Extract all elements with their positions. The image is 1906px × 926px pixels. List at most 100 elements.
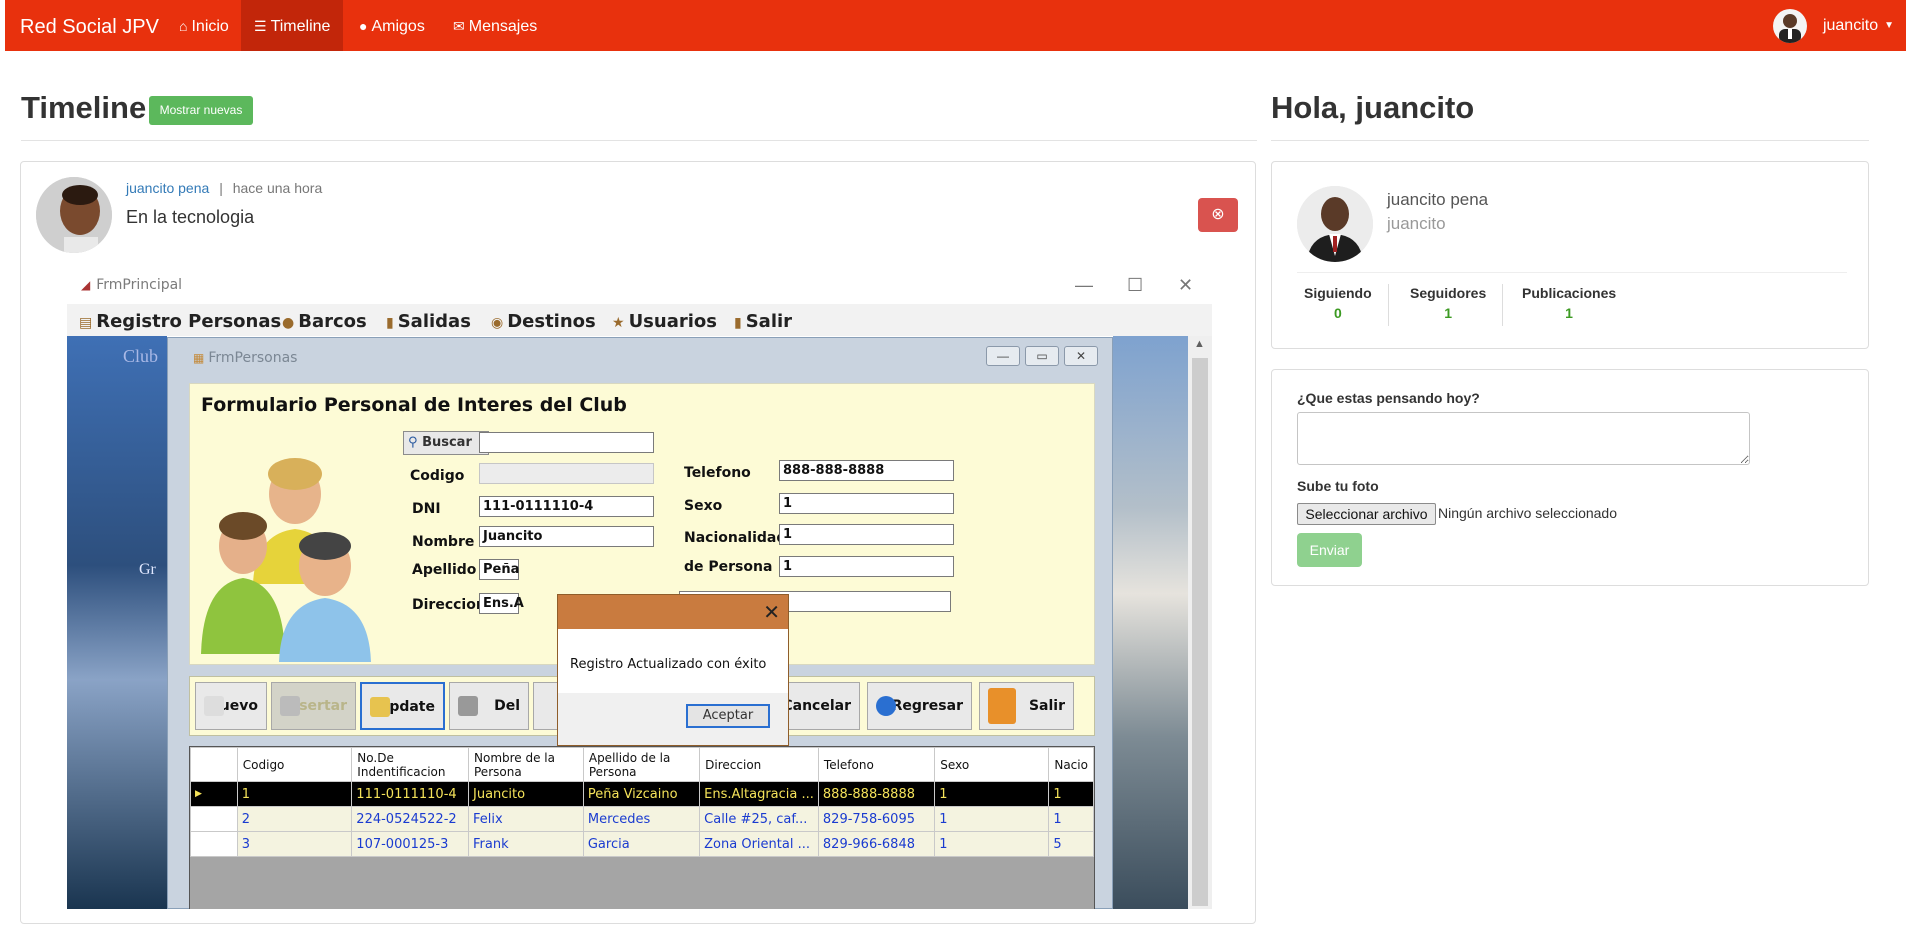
grid-cell: Frank (468, 831, 584, 857)
menu-registro-personas: ▤ Registro Personas (79, 311, 282, 332)
ship-icon: ● (282, 315, 295, 331)
envelope-icon: ✉ (453, 18, 465, 34)
ok-button: Aceptar (686, 704, 770, 728)
grid-cell: Peña Vizcaino (582, 781, 701, 807)
telefono-label: Telefono (684, 465, 751, 481)
grid-header: Nacio (1048, 747, 1094, 782)
username-label: juancito (1822, 16, 1879, 34)
grid-cell: 107-000125-3 (351, 831, 469, 857)
grid-cell: 2 (236, 806, 353, 832)
grid-cell: 1 (1048, 806, 1094, 832)
grid-cell: Ens.Altagracia ... (699, 781, 819, 807)
magnifier-icon: ⚲ (408, 435, 418, 450)
delete-post-button[interactable]: ⊗ (1198, 198, 1238, 232)
sexo-field: 1 (779, 493, 954, 514)
scroll-up-icon: ▲ (1194, 338, 1205, 350)
row-header (190, 806, 238, 832)
user-dropdown[interactable]: juancito ▼ (1772, 0, 1894, 51)
grid-cell: Garcia (582, 831, 701, 857)
stat-value: 0 (1333, 305, 1342, 321)
scrollbar: ▲ (1188, 336, 1212, 909)
salir-button: Salir (979, 682, 1074, 730)
show-new-button[interactable]: Mostrar nuevas (149, 96, 253, 125)
background-photo-left (67, 336, 167, 909)
post-image[interactable]: ◢ FrmPrincipal — ☐ ✕ ▤ Registro Personas ●… (67, 271, 1212, 909)
grid-cell: 5 (1048, 831, 1094, 857)
update-button: Update (360, 682, 445, 730)
direccion-label: Direccion (412, 597, 486, 613)
user-icon: ● (359, 18, 368, 34)
post-time: hace una hora (232, 180, 323, 196)
dialog-message: Registro Actualizado con éxito (570, 657, 767, 672)
people-icon (195, 454, 395, 664)
child-restore-icon: ▭ (1025, 346, 1059, 366)
search-button: ⚲ Buscar (403, 431, 489, 455)
grid-header: Apellido de la Persona (582, 747, 701, 782)
file-select-button[interactable]: Seleccionar archivo (1297, 503, 1436, 525)
nacionalidad-label: Nacionalidad (684, 530, 787, 546)
nav-item-timeline[interactable]: ☰ Timeline (241, 0, 344, 51)
stat-posts: Publicaciones 1 (1522, 285, 1616, 321)
grid-cell: 1 (1048, 781, 1094, 807)
meta-separator: | (219, 180, 223, 196)
maximize-icon: ☐ (1127, 275, 1144, 295)
grid-cell: Zona Oriental ... (699, 831, 819, 857)
post-meta: juancito pena | hace una hora (126, 180, 322, 196)
apellido-label: Apellido (412, 562, 477, 578)
row-pointer-icon: ▶ (190, 781, 238, 807)
regresar-button: Regresar (867, 682, 972, 730)
table-row: 3 107-000125-3 Frank Garcia Zona Orienta… (190, 831, 1094, 857)
nav-item-amigos[interactable]: ● Amigos (346, 0, 438, 51)
child-minimize-icon: — (986, 346, 1020, 366)
divider (1297, 272, 1847, 273)
grid-cell: 1 (934, 781, 1050, 807)
brand-link[interactable]: Red Social JPV (20, 16, 159, 39)
exit-icon: ▮ (386, 315, 394, 331)
greeting-title: Hola, juancito (1271, 90, 1475, 125)
row-header (190, 831, 238, 857)
tipo-persona-label: de Persona (684, 559, 773, 575)
avatar (36, 177, 112, 253)
child-close-icon: ✕ (1064, 346, 1098, 366)
app-menubar: ▤ Registro Personas ● Barcos ▮ Salidas ◉ Des… (67, 304, 1212, 336)
stat-separator (1502, 284, 1503, 326)
divider (21, 140, 1257, 141)
submit-button[interactable]: Enviar (1297, 533, 1362, 567)
home-icon: ⌂ (179, 18, 188, 34)
users-icon: ★ (612, 315, 625, 331)
file-status: Ningún archivo seleccionado (1438, 505, 1617, 521)
stat-label: Siguiendo (1304, 285, 1372, 301)
window-title: ◢ FrmPrincipal (81, 277, 183, 293)
grid-cell: Felix (468, 806, 584, 832)
post-card: juancito pena | hace una hora En la tecn… (20, 161, 1256, 924)
message-dialog: ✕ Registro Actualizado con éxito Aceptar (557, 594, 789, 746)
stat-separator (1388, 284, 1389, 326)
new-post-form: ¿Que estas pensando hoy? Sube tu foto Se… (1271, 369, 1869, 586)
menu-salir: ▮ Salir (734, 311, 793, 332)
nav-item-inicio[interactable]: ⌂ Inicio (166, 0, 242, 51)
stat-followers: Seguidores 1 (1410, 285, 1486, 321)
grid-table: Codigo No.De Indentificacion Nombre de l… (190, 747, 1094, 857)
notepad-icon: ▤ (79, 315, 93, 331)
scrollbar-thumb (1192, 358, 1208, 906)
nombre-label: Nombre (412, 534, 475, 550)
grid-header: Nombre de la Persona (468, 747, 584, 782)
background-text-2: Gr (139, 561, 156, 578)
page-title: Timeline (21, 90, 147, 125)
child-window-title: ▦ FrmPersonas (193, 350, 298, 366)
post-textarea[interactable] (1297, 412, 1750, 465)
form-icon: ▦ (193, 351, 205, 365)
grid-corner (190, 747, 238, 782)
stat-label: Publicaciones (1522, 285, 1617, 301)
avatar (1297, 186, 1373, 262)
tipo-persona-field: 1 (779, 556, 954, 577)
grid-header: Codigo (236, 747, 353, 782)
post-author-link[interactable]: juancito pena (126, 180, 209, 196)
insertar-button: Insertar (271, 682, 356, 730)
grid-header: Direccion (699, 747, 819, 782)
form-title: Formulario Personal de Interes del Club (201, 394, 627, 416)
nav-item-mensajes[interactable]: ✉ Mensajes (440, 0, 550, 51)
dni-label: DNI (412, 501, 441, 517)
caret-down-icon: ▼ (1884, 20, 1894, 31)
divider (1271, 140, 1869, 141)
